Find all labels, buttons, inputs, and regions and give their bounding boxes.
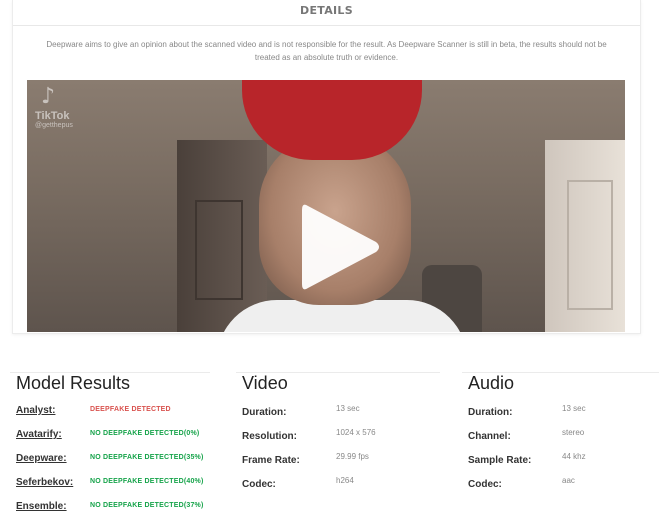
audio-info-row: Codec: aac <box>462 476 659 502</box>
model-link-analyst[interactable]: Analyst: <box>16 404 55 418</box>
model-result-row: Ensemble: NO DEEPFAKE DETECTED(37%) <box>10 500 220 524</box>
video-resolution-label: Resolution: <box>242 431 297 442</box>
tiktok-brand: TikTok <box>35 110 70 122</box>
audio-info-title: Audio <box>468 373 515 393</box>
audio-samplerate-value: 44 khz <box>562 452 586 461</box>
model-results-section: Model Results Analyst: DEEPFAKE DETECTED… <box>10 372 220 524</box>
audio-channel-value: stereo <box>562 428 585 437</box>
model-result-status: DEEPFAKE DETECTED <box>90 406 171 413</box>
video-duration-value: 13 sec <box>336 404 360 413</box>
video-codec-label: Codec: <box>242 479 276 490</box>
video-framerate-label: Frame Rate: <box>242 455 300 466</box>
video-info-row: Codec: h264 <box>236 476 446 502</box>
model-link-deepware[interactable]: Deepware: <box>16 452 67 466</box>
video-info-section: Video Duration: 13 sec Resolution: 1024 … <box>236 372 446 502</box>
disclaimer-text: Deepware aims to give an opinion about t… <box>46 40 607 62</box>
details-card: DETAILS Deepware aims to give an opinion… <box>12 0 641 334</box>
tiktok-watermark: ♪ TikTok @getthepus <box>35 84 73 130</box>
video-player[interactable]: ♪ TikTok @getthepus <box>27 80 625 332</box>
video-framerate-value: 29.99 fps <box>336 452 369 461</box>
audio-duration-value: 13 sec <box>562 404 586 413</box>
details-title: DETAILS <box>300 4 353 17</box>
tiktok-logo-icon: ♪ <box>40 84 56 109</box>
video-info-title: Video <box>242 373 288 393</box>
video-resolution-value: 1024 x 576 <box>336 428 376 437</box>
model-result-status: NO DEEPFAKE DETECTED(35%) <box>90 454 204 461</box>
model-link-seferbekov[interactable]: Seferbekov: <box>16 476 73 490</box>
model-result-row: Deepware: NO DEEPFAKE DETECTED(35%) <box>10 452 220 476</box>
video-background-door-panel <box>195 200 243 300</box>
model-result-row: Seferbekov: NO DEEPFAKE DETECTED(40%) <box>10 476 220 500</box>
model-result-status: NO DEEPFAKE DETECTED(0%) <box>90 430 200 437</box>
video-duration-label: Duration: <box>242 407 287 418</box>
audio-info-row: Duration: 13 sec <box>462 404 659 430</box>
video-info-row: Duration: 13 sec <box>236 404 446 430</box>
tiktok-username: @getthepus <box>35 122 73 129</box>
model-link-avatarify[interactable]: Avatarify: <box>16 428 62 442</box>
model-result-row: Avatarify: NO DEEPFAKE DETECTED(0%) <box>10 428 220 452</box>
details-header: DETAILS <box>13 0 640 26</box>
model-result-status: NO DEEPFAKE DETECTED(37%) <box>90 502 204 509</box>
video-background-right-door-panel <box>567 180 613 310</box>
audio-info-row: Sample Rate: 44 khz <box>462 452 659 478</box>
play-icon-shape <box>302 204 379 290</box>
video-codec-value: h264 <box>336 476 354 485</box>
video-info-row: Frame Rate: 29.99 fps <box>236 452 446 478</box>
audio-duration-label: Duration: <box>468 407 513 418</box>
video-info-row: Resolution: 1024 x 576 <box>236 428 446 454</box>
audio-info-row: Channel: stereo <box>462 428 659 454</box>
audio-channel-label: Channel: <box>468 431 511 442</box>
audio-codec-label: Codec: <box>468 479 502 490</box>
model-results-title: Model Results <box>16 373 131 393</box>
model-result-row: Analyst: DEEPFAKE DETECTED <box>10 404 220 428</box>
audio-info-section: Audio Duration: 13 sec Channel: stereo S… <box>462 372 659 502</box>
play-icon[interactable] <box>276 192 386 302</box>
audio-codec-value: aac <box>562 476 575 485</box>
audio-samplerate-label: Sample Rate: <box>468 455 532 466</box>
model-link-ensemble[interactable]: Ensemble: <box>16 500 67 514</box>
model-result-status: NO DEEPFAKE DETECTED(40%) <box>90 478 204 485</box>
